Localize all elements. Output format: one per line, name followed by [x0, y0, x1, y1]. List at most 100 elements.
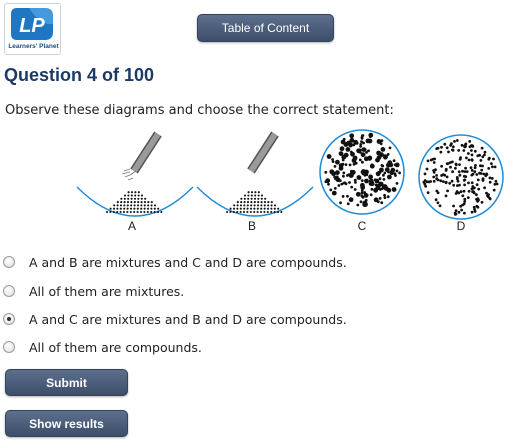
particle	[443, 142, 447, 146]
show-results-button[interactable]: Show results	[5, 410, 128, 437]
particle	[469, 166, 473, 170]
radio-button[interactable]	[3, 341, 15, 353]
particle	[449, 144, 452, 147]
particle	[150, 204, 153, 207]
table-of-content-button[interactable]: Table of Content	[197, 14, 334, 42]
particle	[229, 207, 232, 210]
particle	[360, 152, 366, 158]
particle	[470, 187, 474, 191]
particle	[480, 168, 484, 172]
particle	[130, 197, 133, 200]
particle	[479, 164, 482, 168]
particle	[426, 159, 430, 163]
particle	[475, 183, 479, 187]
particle	[343, 142, 349, 147]
particle	[470, 210, 474, 214]
particle	[150, 210, 153, 214]
particle	[370, 187, 374, 191]
particle	[432, 170, 436, 174]
particle	[483, 186, 486, 190]
answer-option-3[interactable]: A and C are mixtures and B and D are com…	[3, 310, 347, 328]
particle	[266, 207, 270, 210]
particle	[475, 173, 479, 176]
particle	[487, 193, 490, 197]
particle	[491, 165, 494, 169]
particle	[444, 194, 448, 198]
submit-button[interactable]: Submit	[5, 369, 128, 396]
particle	[481, 178, 485, 182]
particle	[263, 201, 267, 204]
particle	[487, 167, 491, 170]
question-prompt: Observe these diagrams and choose the co…	[5, 103, 394, 118]
particle	[476, 154, 480, 158]
particle	[339, 201, 342, 205]
particle	[467, 152, 470, 155]
particle	[243, 194, 247, 197]
particle	[361, 169, 366, 174]
particle	[355, 141, 359, 145]
particle	[260, 204, 263, 207]
particle	[362, 202, 366, 206]
particle	[139, 210, 143, 214]
answer-option-4[interactable]: All of them are compounds.	[3, 338, 202, 356]
particle	[439, 179, 443, 183]
particle	[229, 210, 232, 214]
particle	[440, 174, 443, 177]
particle	[260, 194, 264, 197]
particle	[329, 188, 333, 192]
radio-button[interactable]	[3, 256, 15, 268]
particle	[254, 191, 257, 194]
particle	[392, 159, 396, 163]
particle	[150, 207, 153, 210]
particle	[156, 210, 160, 214]
particle	[123, 194, 127, 197]
particle	[438, 204, 442, 208]
particle	[488, 180, 492, 184]
particle	[333, 187, 337, 190]
particle	[246, 207, 249, 210]
particle	[246, 201, 250, 204]
particle	[143, 207, 146, 210]
particle	[113, 204, 116, 207]
particle	[120, 197, 123, 200]
particle	[461, 169, 464, 173]
particle	[424, 184, 427, 188]
particle	[434, 198, 438, 202]
answer-option-2[interactable]: All of them are mixtures.	[3, 282, 184, 300]
particle	[137, 194, 140, 197]
particle	[340, 182, 344, 186]
particle	[239, 210, 242, 214]
answer-option-1[interactable]: A and B are mixtures and C and D are com…	[3, 253, 347, 271]
particle	[457, 170, 461, 174]
particle	[254, 194, 257, 197]
particle	[253, 204, 256, 207]
particle	[451, 170, 454, 174]
particle	[263, 204, 266, 207]
particle	[348, 163, 352, 167]
particle	[122, 210, 126, 214]
particle	[239, 207, 242, 210]
particle	[130, 204, 133, 207]
particle	[352, 162, 356, 166]
particle	[463, 170, 467, 173]
particle	[341, 162, 345, 166]
particle	[349, 170, 355, 176]
particle	[260, 197, 263, 200]
particle	[378, 177, 382, 181]
particle	[356, 148, 361, 154]
particle	[140, 201, 143, 204]
particle	[493, 165, 497, 169]
particle	[267, 204, 270, 207]
particle	[253, 210, 256, 214]
particle	[250, 194, 253, 197]
particle	[488, 176, 492, 180]
particle	[429, 180, 432, 183]
particle	[137, 197, 140, 200]
radio-button-selected[interactable]	[3, 313, 15, 325]
particle	[395, 182, 399, 185]
particle	[436, 191, 440, 195]
radio-button[interactable]	[3, 285, 15, 297]
particle	[329, 169, 335, 175]
particle	[232, 210, 235, 214]
particle	[451, 145, 455, 149]
